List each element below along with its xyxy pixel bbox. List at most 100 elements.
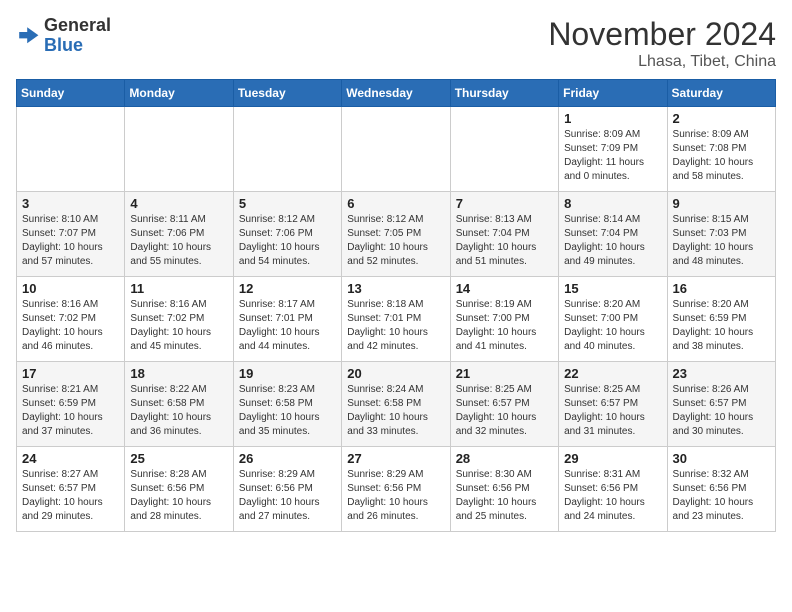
day-number: 28 bbox=[456, 451, 553, 466]
calendar-body: 1Sunrise: 8:09 AM Sunset: 7:09 PM Daylig… bbox=[17, 107, 776, 532]
day-cell bbox=[342, 107, 450, 192]
day-cell: 7 Sunrise: 8:13 AM Sunset: 7:04 PM Daylig… bbox=[450, 192, 558, 277]
day-number: 14 bbox=[456, 281, 553, 296]
day-cell: 15 Sunrise: 8:20 AM Sunset: 7:00 PM Dayli… bbox=[559, 277, 667, 362]
day-info: Sunrise: 8:18 AM Sunset: 7:01 PM Dayligh… bbox=[347, 298, 444, 354]
week-row-5: 24 Sunrise: 8:27 AM Sunset: 6:57 PM Dayli… bbox=[17, 447, 776, 532]
column-header-monday: Monday bbox=[125, 80, 233, 107]
day-number: 6 bbox=[347, 196, 444, 211]
day-info: Sunrise: 8:25 AM Sunset: 6:57 PM Dayligh… bbox=[456, 383, 553, 439]
day-cell: 23 Sunrise: 8:26 AM Sunset: 6:57 PM Dayli… bbox=[667, 362, 775, 447]
day-cell: 10 Sunrise: 8:16 AM Sunset: 7:02 PM Dayli… bbox=[17, 277, 125, 362]
day-cell: 20Sunrise: 8:24 AM Sunset: 6:58 PM Dayli… bbox=[342, 362, 450, 447]
column-header-sunday: Sunday bbox=[17, 80, 125, 107]
day-cell: 6Sunrise: 8:12 AM Sunset: 7:05 PM Daylig… bbox=[342, 192, 450, 277]
day-info: Sunrise: 8:09 AM Sunset: 7:08 PM Dayligh… bbox=[673, 128, 770, 184]
day-cell: 4 Sunrise: 8:11 AM Sunset: 7:06 PM Daylig… bbox=[125, 192, 233, 277]
day-number: 13 bbox=[347, 281, 444, 296]
day-number: 24 bbox=[22, 451, 119, 466]
calendar-header: SundayMondayTuesdayWednesdayThursdayFrid… bbox=[17, 80, 776, 107]
day-info: Sunrise: 8:15 AM Sunset: 7:03 PM Dayligh… bbox=[673, 213, 770, 269]
day-info: Sunrise: 8:31 AM Sunset: 6:56 PM Dayligh… bbox=[564, 468, 661, 524]
day-cell: 12Sunrise: 8:17 AM Sunset: 7:01 PM Dayli… bbox=[233, 277, 341, 362]
calendar-table: SundayMondayTuesdayWednesdayThursdayFrid… bbox=[16, 79, 776, 532]
day-info: Sunrise: 8:14 AM Sunset: 7:04 PM Dayligh… bbox=[564, 213, 661, 269]
day-cell: 16 Sunrise: 8:20 AM Sunset: 6:59 PM Dayli… bbox=[667, 277, 775, 362]
page-header: General Blue November 2024 Lhasa, Tibet,… bbox=[16, 16, 776, 71]
column-header-wednesday: Wednesday bbox=[342, 80, 450, 107]
logo: General Blue bbox=[16, 16, 111, 56]
day-cell: 28Sunrise: 8:30 AM Sunset: 6:56 PM Dayli… bbox=[450, 447, 558, 532]
day-number: 25 bbox=[130, 451, 227, 466]
logo-blue: Blue bbox=[44, 35, 83, 55]
day-number: 2 bbox=[673, 111, 770, 126]
day-info: Sunrise: 8:20 AM Sunset: 7:00 PM Dayligh… bbox=[564, 298, 661, 354]
day-info: Sunrise: 8:29 AM Sunset: 6:56 PM Dayligh… bbox=[347, 468, 444, 524]
day-info: Sunrise: 8:11 AM Sunset: 7:06 PM Dayligh… bbox=[130, 213, 227, 269]
day-info: Sunrise: 8:09 AM Sunset: 7:09 PM Dayligh… bbox=[564, 128, 661, 184]
day-number: 10 bbox=[22, 281, 119, 296]
day-number: 9 bbox=[673, 196, 770, 211]
day-info: Sunrise: 8:28 AM Sunset: 6:56 PM Dayligh… bbox=[130, 468, 227, 524]
column-header-tuesday: Tuesday bbox=[233, 80, 341, 107]
day-cell bbox=[450, 107, 558, 192]
day-cell: 22Sunrise: 8:25 AM Sunset: 6:57 PM Dayli… bbox=[559, 362, 667, 447]
day-cell: 5Sunrise: 8:12 AM Sunset: 7:06 PM Daylig… bbox=[233, 192, 341, 277]
day-cell: 13 Sunrise: 8:18 AM Sunset: 7:01 PM Dayli… bbox=[342, 277, 450, 362]
day-info: Sunrise: 8:12 AM Sunset: 7:06 PM Dayligh… bbox=[239, 213, 336, 269]
day-info: Sunrise: 8:26 AM Sunset: 6:57 PM Dayligh… bbox=[673, 383, 770, 439]
day-info: Sunrise: 8:29 AM Sunset: 6:56 PM Dayligh… bbox=[239, 468, 336, 524]
day-cell bbox=[17, 107, 125, 192]
day-cell: 3Sunrise: 8:10 AM Sunset: 7:07 PM Daylig… bbox=[17, 192, 125, 277]
week-row-4: 17 Sunrise: 8:21 AM Sunset: 6:59 PM Dayli… bbox=[17, 362, 776, 447]
header-row: SundayMondayTuesdayWednesdayThursdayFrid… bbox=[17, 80, 776, 107]
day-number: 3 bbox=[22, 196, 119, 211]
logo-icon bbox=[16, 24, 40, 48]
day-info: Sunrise: 8:23 AM Sunset: 6:58 PM Dayligh… bbox=[239, 383, 336, 439]
day-number: 4 bbox=[130, 196, 227, 211]
day-number: 17 bbox=[22, 366, 119, 381]
day-info: Sunrise: 8:21 AM Sunset: 6:59 PM Dayligh… bbox=[22, 383, 119, 439]
day-info: Sunrise: 8:20 AM Sunset: 6:59 PM Dayligh… bbox=[673, 298, 770, 354]
day-info: Sunrise: 8:16 AM Sunset: 7:02 PM Dayligh… bbox=[22, 298, 119, 354]
day-cell: 17 Sunrise: 8:21 AM Sunset: 6:59 PM Dayli… bbox=[17, 362, 125, 447]
day-cell: 2 Sunrise: 8:09 AM Sunset: 7:08 PM Daylig… bbox=[667, 107, 775, 192]
day-cell: 30Sunrise: 8:32 AM Sunset: 6:56 PM Dayli… bbox=[667, 447, 775, 532]
day-number: 27 bbox=[347, 451, 444, 466]
day-info: Sunrise: 8:27 AM Sunset: 6:57 PM Dayligh… bbox=[22, 468, 119, 524]
column-header-thursday: Thursday bbox=[450, 80, 558, 107]
day-info: Sunrise: 8:25 AM Sunset: 6:57 PM Dayligh… bbox=[564, 383, 661, 439]
day-cell: 18 Sunrise: 8:22 AM Sunset: 6:58 PM Dayli… bbox=[125, 362, 233, 447]
day-number: 23 bbox=[673, 366, 770, 381]
day-number: 16 bbox=[673, 281, 770, 296]
day-info: Sunrise: 8:22 AM Sunset: 6:58 PM Dayligh… bbox=[130, 383, 227, 439]
day-number: 26 bbox=[239, 451, 336, 466]
day-cell: 26 Sunrise: 8:29 AM Sunset: 6:56 PM Dayli… bbox=[233, 447, 341, 532]
day-number: 8 bbox=[564, 196, 661, 211]
day-number: 18 bbox=[130, 366, 227, 381]
day-number: 11 bbox=[130, 281, 227, 296]
title-block: November 2024 Lhasa, Tibet, China bbox=[548, 16, 776, 71]
day-cell bbox=[233, 107, 341, 192]
day-cell: 11Sunrise: 8:16 AM Sunset: 7:02 PM Dayli… bbox=[125, 277, 233, 362]
column-header-friday: Friday bbox=[559, 80, 667, 107]
week-row-1: 1Sunrise: 8:09 AM Sunset: 7:09 PM Daylig… bbox=[17, 107, 776, 192]
day-cell bbox=[125, 107, 233, 192]
day-number: 15 bbox=[564, 281, 661, 296]
month-title: November 2024 bbox=[548, 16, 776, 53]
day-number: 21 bbox=[456, 366, 553, 381]
day-cell: 29 Sunrise: 8:31 AM Sunset: 6:56 PM Dayli… bbox=[559, 447, 667, 532]
column-header-saturday: Saturday bbox=[667, 80, 775, 107]
day-cell: 27 Sunrise: 8:29 AM Sunset: 6:56 PM Dayli… bbox=[342, 447, 450, 532]
day-cell: 9 Sunrise: 8:15 AM Sunset: 7:03 PM Daylig… bbox=[667, 192, 775, 277]
day-cell: 14Sunrise: 8:19 AM Sunset: 7:00 PM Dayli… bbox=[450, 277, 558, 362]
day-number: 7 bbox=[456, 196, 553, 211]
day-info: Sunrise: 8:13 AM Sunset: 7:04 PM Dayligh… bbox=[456, 213, 553, 269]
day-number: 29 bbox=[564, 451, 661, 466]
day-number: 12 bbox=[239, 281, 336, 296]
logo-general: General bbox=[44, 15, 111, 35]
day-number: 20 bbox=[347, 366, 444, 381]
day-number: 30 bbox=[673, 451, 770, 466]
location: Lhasa, Tibet, China bbox=[548, 53, 776, 71]
week-row-2: 3Sunrise: 8:10 AM Sunset: 7:07 PM Daylig… bbox=[17, 192, 776, 277]
